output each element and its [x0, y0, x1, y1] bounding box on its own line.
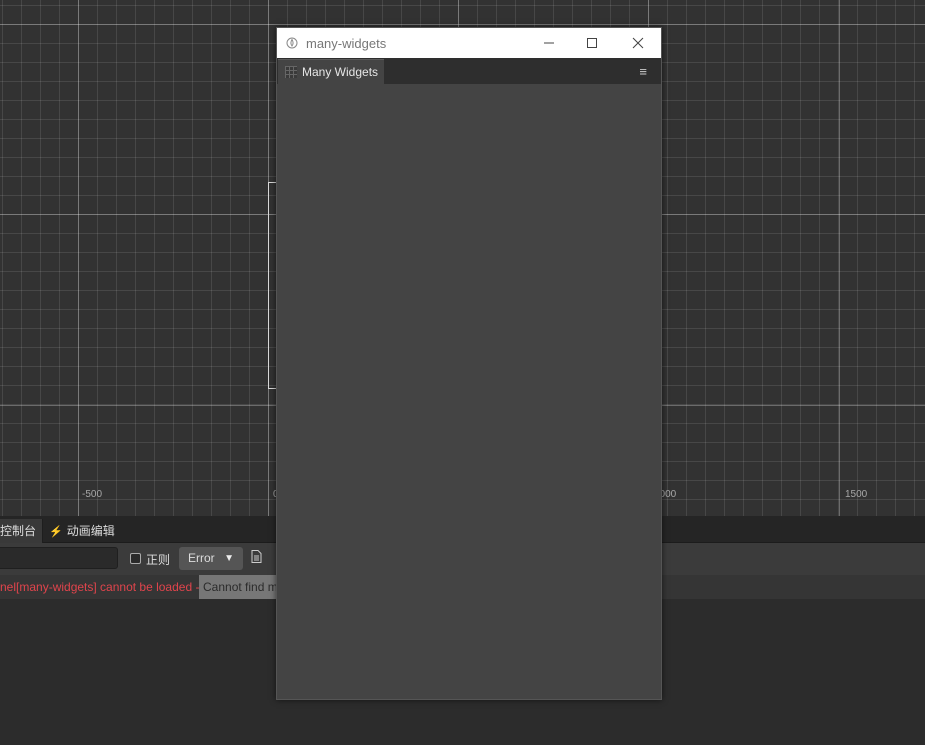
minimize-button[interactable]: [526, 28, 572, 58]
chevron-down-icon: ▼: [224, 553, 234, 564]
open-log-file-button[interactable]: [251, 550, 265, 566]
grid-major-line: [0, 24, 925, 25]
log-level-value: Error: [188, 551, 215, 565]
log-error-detail: Cannot find m: [199, 575, 283, 599]
tab-console[interactable]: 控制台: [0, 519, 42, 543]
filter-input[interactable]: [0, 547, 118, 569]
log-level-select[interactable]: Error ▼: [179, 547, 243, 570]
close-button[interactable]: [615, 28, 661, 58]
maximize-button[interactable]: [569, 28, 615, 58]
panel-content: [277, 84, 661, 699]
maximize-icon: [587, 38, 597, 48]
panel-tab-label: Many Widgets: [302, 65, 379, 79]
grid-icon: [285, 66, 297, 78]
floating-window: many-widgets Many Widgets ≡: [276, 27, 662, 700]
animation-icon: ⚡: [49, 526, 63, 538]
axis-label-neg500: -500: [82, 489, 103, 500]
grid-major-line: [78, 0, 79, 516]
hamburger-menu-icon[interactable]: ≡: [639, 64, 647, 79]
window-titlebar[interactable]: many-widgets: [277, 28, 661, 58]
tab-many-widgets[interactable]: Many Widgets: [278, 59, 384, 84]
document-icon: [251, 550, 262, 563]
regex-checkbox[interactable]: [130, 553, 141, 564]
grid-major-line: [839, 0, 840, 516]
app-icon: [286, 37, 298, 49]
log-error-message: nel[many-widgets] cannot be loaded -: [0, 580, 200, 594]
window-title: many-widgets: [306, 36, 387, 51]
tab-animation-editor[interactable]: ⚡动画编辑器: [42, 519, 132, 563]
regex-label: 正则: [146, 553, 171, 567]
tab-console-label: 控制台: [0, 524, 37, 538]
minimize-icon: [544, 42, 554, 44]
panel-header: Many Widgets ≡: [277, 58, 661, 84]
close-icon: [632, 37, 644, 49]
axis-label-1500: 1500: [845, 489, 868, 500]
